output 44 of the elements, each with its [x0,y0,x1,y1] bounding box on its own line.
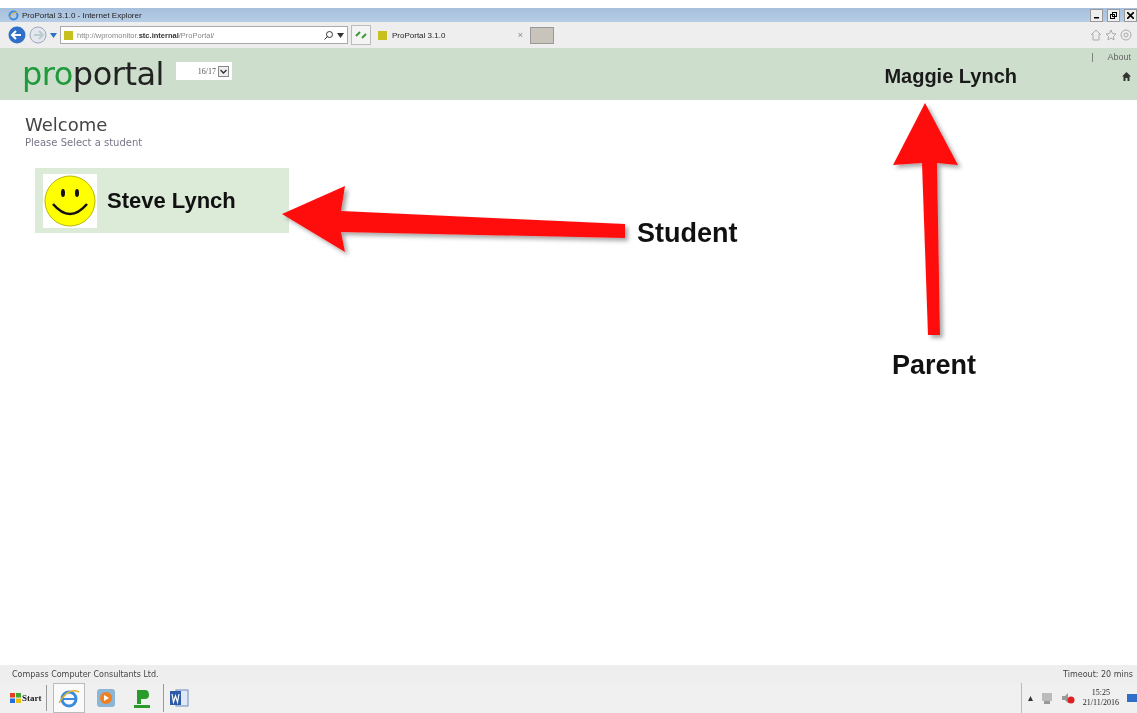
star-icon[interactable] [1105,29,1117,41]
dropdown-icon[interactable] [50,32,57,38]
year-select[interactable]: 16/17 [175,62,232,80]
instruction-text: Please Select a student [25,137,144,148]
user-name: Maggie Lynch [884,64,1017,88]
smiley-icon [43,173,97,228]
network-icon[interactable] [1040,692,1053,704]
restore-button[interactable] [1107,8,1120,22]
annotation-label: Parent [892,350,977,381]
browser-icon [57,687,80,709]
play-icon [96,689,115,707]
proportal-logo: proportal [22,58,164,90]
about-link[interactable]: About [1107,52,1131,62]
company-text: Compass Computer Consultants Ltd. [12,669,159,679]
home-icon[interactable] [1122,72,1131,81]
site-icon [64,30,73,40]
taskbar-clock[interactable]: 15:25 21/11/2016 [1082,687,1119,709]
close-button[interactable] [1124,8,1137,22]
restore-icon [1110,11,1117,19]
start-button[interactable]: Start [10,685,47,711]
volume-icon[interactable] [1060,692,1075,704]
browser-icon [8,9,19,21]
browser-tab[interactable]: ProPortal 3.1.0 × [374,30,527,40]
tray-arrow-icon[interactable] [1027,695,1033,701]
separator-text: | [1091,52,1094,62]
minimize-button[interactable] [1090,8,1103,22]
site-icon [378,30,387,40]
search-icon [324,30,333,40]
annotation-label: Student [637,218,738,249]
welcome-heading: Welcome [25,114,109,135]
refresh-button[interactable] [351,25,371,45]
new-tab-button[interactable] [530,26,554,44]
timeout-text: Timeout: 20 mins [1063,669,1133,679]
browser-taskbar-button[interactable] [52,683,85,713]
back-icon[interactable] [8,26,26,44]
window-title: ProPortal 3.1.0 - Internet Explorer [22,10,142,20]
dropdown-icon [217,65,229,77]
student-card[interactable]: Steve Lynch [35,168,289,233]
close-icon [1127,11,1134,19]
letter-p-icon [133,688,150,708]
document-icon [168,688,189,708]
forward-icon[interactable] [29,26,47,44]
windows-logo-icon [10,693,21,703]
dropdown-icon [337,32,344,38]
